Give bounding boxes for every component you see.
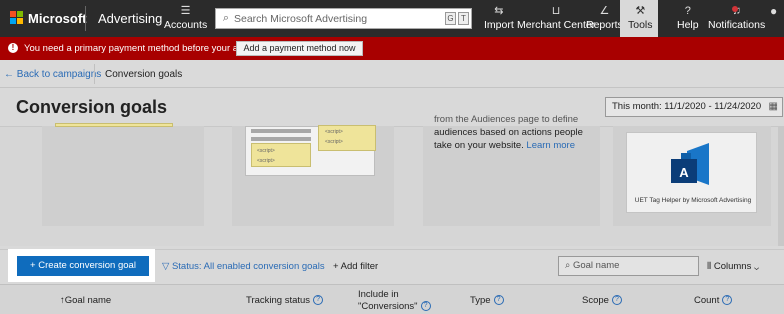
columns-icon: ⦀ (707, 261, 714, 272)
help-icon[interactable]: ? (611, 295, 622, 306)
microsoft-logo-icon (10, 11, 24, 25)
header-goal-name[interactable]: ↑Goal name (60, 295, 111, 307)
search-input[interactable]: Search Microsoft Advertising (234, 13, 445, 25)
columns-label: Columns (713, 261, 752, 272)
columns-button[interactable]: ⦀ Columns ⌄ (707, 261, 759, 272)
top-navigation-bar: Microsoft Advertising ☰ Accounts ⌕ Searc… (0, 0, 784, 37)
import-button[interactable]: ⇆ Import (484, 4, 514, 34)
page-title: Conversion goals (16, 97, 168, 117)
plus-icon: + (333, 261, 341, 272)
help-icon[interactable]: ? (722, 295, 733, 306)
add-filter-label: Add filter (340, 261, 379, 272)
search-icon: ⌕ (222, 12, 230, 24)
back-link-label: Back to campaigns (16, 69, 102, 80)
header-tracking-status[interactable]: Tracking status? (246, 295, 324, 307)
code-tag: <script> (257, 158, 275, 164)
global-search[interactable]: ⌕ Search Microsoft Advertising G T (215, 8, 472, 29)
calendar-icon: ▦ (768, 101, 778, 112)
arrow-left-icon: ← (4, 69, 17, 80)
header-label: Goal name (64, 295, 112, 306)
divider (85, 6, 86, 31)
status-filter-link[interactable]: ▽ Status: All enabled conversion goals (162, 261, 325, 272)
accounts-button[interactable]: ☰ Accounts (164, 4, 207, 34)
svg-text:A: A (679, 165, 689, 180)
card-1 (42, 123, 204, 226)
date-range-label: This month: 11/1/2020 - 11/24/2020 (612, 101, 762, 112)
add-filter-button[interactable]: + Add filter (333, 261, 378, 272)
filter-icon: ▽ (162, 261, 172, 272)
chevron-down-icon: ⌄ (751, 261, 760, 272)
code-tag: <script> (325, 139, 343, 145)
help-icon[interactable]: ? (313, 295, 324, 306)
payment-warning-banner: ! You need a primary payment method befo… (0, 37, 784, 60)
helper-caption: UET Tag Helper by Microsoft Advertising (634, 197, 752, 204)
header-label: Include in "Conversions" (358, 289, 418, 312)
header-scope[interactable]: Scope? (582, 295, 622, 307)
header-label: Type (470, 295, 491, 306)
table-header: ↑Goal name Tracking status? Include in "… (0, 284, 784, 314)
code-tag: <script> (325, 129, 343, 135)
uet-tag-helper-card[interactable]: A UET Tag Helper by Microsoft Advertisin… (626, 132, 757, 213)
shortcut-key-g: G (445, 12, 456, 25)
create-button-label: Create conversion goal (38, 260, 136, 271)
help-icon[interactable]: ? (493, 295, 504, 306)
header-label: Count (694, 295, 720, 306)
learn-more-link[interactable]: Learn more (526, 140, 575, 151)
code-tag: <script> (257, 148, 275, 154)
warning-icon: ! (8, 43, 18, 53)
merchant-center-button[interactable]: ⊔ Merchant Center (517, 4, 595, 34)
product-name[interactable]: Advertising (98, 11, 162, 26)
reports-button[interactable]: ∠ Reports (586, 4, 623, 34)
notifications-label: Notifications (708, 19, 766, 31)
plus-icon: + (30, 260, 39, 271)
help-icon[interactable]: ? (420, 301, 431, 312)
accounts-label: Accounts (164, 19, 208, 31)
illustration-strip (55, 123, 173, 127)
shortcut-key-t: T (458, 12, 469, 25)
card-2: <script> <script> <script> <script> (232, 125, 394, 226)
chart-icon: ∠ (599, 5, 610, 17)
tools-button[interactable]: ⚒ Tools (628, 4, 653, 34)
goal-search-input[interactable]: Goal name (573, 260, 619, 271)
code-illustration: <script> <script> <script> <script> (245, 125, 376, 176)
notification-badge (732, 6, 738, 12)
goal-name-search[interactable]: ⌕ Goal name (558, 256, 699, 276)
header-label: Tracking status (246, 295, 311, 306)
header-include-in-conversions[interactable]: Include in "Conversions"? (358, 289, 438, 313)
tools-label: Tools (628, 19, 653, 31)
create-conversion-goal-button[interactable]: + Create conversion goal (17, 256, 149, 276)
wrench-icon: ⚒ (635, 5, 646, 17)
add-payment-method-button[interactable]: Add a payment method now (236, 41, 363, 56)
accounts-icon: ☰ (180, 5, 191, 17)
illustration-bar (251, 129, 311, 133)
reports-label: Reports (586, 19, 623, 31)
search-icon: ⌕ (565, 260, 573, 271)
illustration-yellow-box: <script> <script> (318, 125, 376, 151)
help-label: Help (677, 19, 699, 31)
user-icon: ● (770, 4, 778, 18)
breadcrumb-divider (94, 64, 95, 84)
audiences-description: from the Audiences page to define audien… (434, 114, 584, 152)
uet-tag-helper-logo-icon: A (671, 143, 709, 185)
date-range-picker[interactable]: This month: 11/1/2020 - 11/24/2020 ▦ (605, 97, 783, 117)
user-avatar-button[interactable]: ● (770, 4, 777, 34)
panel-scrollbar[interactable] (778, 126, 784, 246)
merchant-center-label: Merchant Center (517, 19, 596, 31)
header-count[interactable]: Count? (694, 295, 733, 307)
status-filter-label: Status: All enabled conversion goals (171, 261, 325, 272)
import-icon: ⇆ (494, 5, 504, 17)
back-to-campaigns-link[interactable]: ← Back to campaigns (4, 69, 101, 80)
illustration-bar (251, 137, 311, 141)
audiences-text-top: from the Audiences page to define (434, 114, 579, 125)
breadcrumb: ← Back to campaigns Conversion goals (0, 60, 784, 88)
illustration-yellow-box: <script> <script> (251, 143, 311, 167)
header-label: Scope (582, 295, 609, 306)
question-icon: ? (684, 5, 691, 17)
breadcrumb-current: Conversion goals (105, 69, 183, 80)
brand-name[interactable]: Microsoft (28, 11, 87, 26)
import-label: Import (484, 19, 514, 31)
help-button[interactable]: ? Help (677, 4, 699, 34)
header-type[interactable]: Type? (470, 295, 504, 307)
shopping-cart-icon: ⊔ (551, 5, 561, 17)
